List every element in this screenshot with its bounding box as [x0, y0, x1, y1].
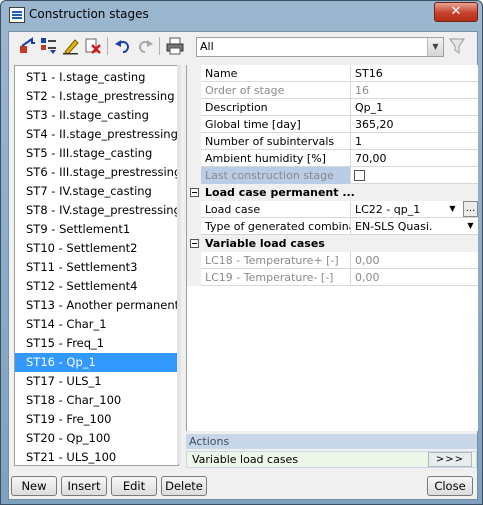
property-row-global-time[interactable]: Global time [day] 365,20 [187, 116, 478, 133]
category-label: Load case permanent ... [201, 184, 478, 201]
toolbar-separator [159, 37, 160, 55]
stage-list-item[interactable]: ST11 - Settlement3 [15, 258, 178, 277]
stage-list-item[interactable]: ST1 - I.stage_casting [15, 68, 178, 87]
construction-stages-window: Construction stages ✕ All ▼ ST1 - I.stag… [0, 0, 483, 505]
stage-list-item[interactable]: ST10 - Settlement2 [15, 239, 178, 258]
title-bar[interactable]: Construction stages ✕ [1, 1, 482, 28]
load-case-value: LC22 - qp_1 [355, 203, 421, 216]
print-icon[interactable] [166, 37, 184, 55]
collapse-icon[interactable] [190, 239, 199, 248]
filter-icon[interactable] [448, 37, 466, 55]
delete-icon[interactable] [84, 37, 102, 55]
undo-icon[interactable] [114, 37, 132, 55]
collapse-icon[interactable] [190, 188, 199, 197]
property-row-last-stage[interactable]: Last construction stage [187, 167, 478, 184]
property-row-description[interactable]: Description Qp_1 [187, 99, 478, 116]
stage-list-item[interactable]: ST2 - I.stage_prestressing [15, 87, 178, 106]
stage-list-item[interactable]: ST4 - II.stage_prestressing [15, 125, 178, 144]
property-label: Order of stage [201, 82, 351, 99]
delete-button[interactable]: Delete [161, 476, 207, 496]
combination-type-select[interactable]: EN-SLS Quasi. ▼ [351, 218, 478, 235]
category-load-case-permanent[interactable]: Load case permanent ... [187, 184, 478, 201]
chevron-down-icon[interactable]: ▼ [447, 203, 458, 215]
stage-list-item[interactable]: ST20 - Qp_100 [15, 429, 178, 448]
stage-list-item[interactable]: ST12 - Settlement4 [15, 277, 178, 296]
property-row-lc19[interactable]: LC19 - Temperature- [-] 0,00 [187, 269, 478, 286]
window-close-button[interactable]: ✕ [434, 2, 478, 22]
button-bar: New Insert Edit Delete Close [9, 471, 477, 499]
property-label: Load case [201, 201, 351, 218]
property-label: Last construction stage [201, 167, 351, 184]
stage-list-item[interactable]: ST18 - Char_100 [15, 391, 178, 410]
stage-list-item[interactable]: ST8 - IV.stage_prestressing [15, 201, 178, 220]
actions-header: Actions [186, 434, 477, 449]
load-case-browse-button[interactable]: ... [463, 201, 478, 217]
property-row-name[interactable]: Name ST16 [187, 65, 478, 82]
insert-button[interactable]: Insert [61, 476, 107, 496]
property-row-order: Order of stage 16 [187, 82, 478, 99]
chevron-down-icon[interactable]: ▼ [465, 220, 476, 232]
description-value[interactable]: Qp_1 [351, 99, 478, 116]
stage-list-item[interactable]: ST17 - ULS_1 [15, 372, 178, 391]
list-splitter[interactable] [177, 65, 181, 464]
toolbar-separator [107, 37, 108, 55]
stage-list-item[interactable]: ST5 - III.stage_casting [15, 144, 178, 163]
global-time-value[interactable]: 365,20 [351, 116, 478, 133]
actions-item: Variable load cases >>> [186, 451, 477, 468]
order-value: 16 [355, 84, 369, 97]
stage-list-item[interactable]: ST13 - Another permanent [15, 296, 178, 315]
redo-icon[interactable] [136, 37, 154, 55]
property-label: Global time [day] [201, 116, 351, 133]
property-label: LC18 - Temperature+ [-] [201, 252, 351, 269]
stage-list-item[interactable]: ST3 - II.stage_casting [15, 106, 178, 125]
toolbar: All ▼ [9, 32, 477, 60]
new-button[interactable]: New [11, 476, 57, 496]
stage-list-item[interactable]: ST9 - Settlement1 [15, 220, 178, 239]
lc18-value[interactable]: 0,00 [351, 252, 478, 269]
humidity-value[interactable]: 70,00 [351, 150, 478, 167]
subintervals-value[interactable]: 1 [351, 133, 478, 150]
properties-grid: Name ST16 Order of stage 16 Description … [186, 65, 478, 431]
edit-icon[interactable] [62, 37, 80, 55]
property-label: LC19 - Temperature- [-] [201, 269, 351, 286]
generate-icon[interactable] [40, 37, 58, 55]
actions-panel: Actions Variable load cases >>> [186, 434, 477, 468]
property-label: Description [201, 99, 351, 116]
lc19-value[interactable]: 0,00 [351, 269, 478, 286]
dialog-client: All ▼ ST1 - I.stage_casting ST2 - I.stage… [8, 31, 478, 500]
stage-list-item[interactable]: ST14 - Char_1 [15, 315, 178, 334]
close-button[interactable]: Close [427, 476, 473, 496]
category-variable-load-cases[interactable]: Variable load cases [187, 235, 478, 252]
import-icon[interactable] [18, 37, 36, 55]
edit-button[interactable]: Edit [111, 476, 157, 496]
load-case-select[interactable]: LC22 - qp_1 ▼ ... [351, 201, 478, 218]
property-row-load-case[interactable]: Load case LC22 - qp_1 ▼ ... [187, 201, 478, 218]
last-stage-checkbox[interactable] [354, 170, 365, 181]
stage-list-item[interactable]: ST19 - Fre_100 [15, 410, 178, 429]
property-row-humidity[interactable]: Ambient humidity [%] 70,00 [187, 150, 478, 167]
property-label: Number of subintervals [201, 133, 351, 150]
filter-select-value: All [200, 40, 214, 53]
property-row-combination-type[interactable]: Type of generated combina... EN-SLS Quas… [187, 218, 478, 235]
property-label: Type of generated combina... [201, 218, 351, 235]
property-label: Name [201, 65, 351, 82]
filter-select[interactable]: All ▼ [196, 37, 444, 57]
property-label: Ambient humidity [%] [201, 150, 351, 167]
variable-load-cases-button[interactable]: >>> [428, 452, 472, 467]
actions-item-label: Variable load cases [192, 453, 299, 466]
app-icon [9, 7, 25, 23]
name-value[interactable]: ST16 [351, 65, 478, 82]
property-row-lc18[interactable]: LC18 - Temperature+ [-] 0,00 [187, 252, 478, 269]
window-title: Construction stages [29, 7, 149, 21]
stage-list-item[interactable]: ST15 - Freq_1 [15, 334, 178, 353]
stage-list-item[interactable]: ST16 - Qp_1 [15, 353, 178, 372]
stage-list-item[interactable]: ST7 - IV.stage_casting [15, 182, 178, 201]
chevron-down-icon[interactable]: ▼ [427, 38, 443, 56]
property-row-subintervals[interactable]: Number of subintervals 1 [187, 133, 478, 150]
stage-list-item[interactable]: ST21 - ULS_100 [15, 448, 178, 465]
combination-type-value: EN-SLS Quasi. [355, 220, 433, 233]
stage-list-item[interactable]: ST6 - III.stage_prestressing [15, 163, 178, 182]
stages-list[interactable]: ST1 - I.stage_casting ST2 - I.stage_prest… [14, 65, 179, 466]
category-label: Variable load cases [201, 235, 478, 252]
